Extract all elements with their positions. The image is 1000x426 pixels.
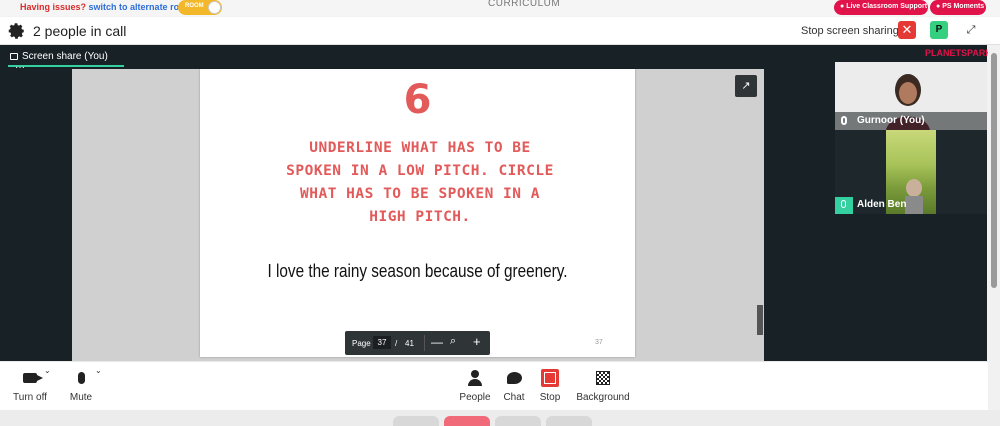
camera-toggle-button[interactable]: Turn off	[12, 368, 48, 403]
viewer-scroll-handle[interactable]	[757, 305, 763, 335]
scrollbar-thumb[interactable]	[991, 53, 997, 288]
alternate-room-link[interactable]: switch to alternate room	[89, 2, 193, 12]
issues-text: Having issues?	[20, 2, 87, 12]
room-toggle[interactable]: ROOM	[178, 0, 222, 15]
camera-options-chevron-icon[interactable]: ⌄	[44, 366, 51, 375]
people-icon	[468, 370, 482, 386]
zoom-icon[interactable]: ⌕	[450, 335, 456, 348]
slide-number: 6	[403, 77, 432, 123]
mute-label: Mute	[69, 392, 93, 403]
bottom-tab[interactable]	[393, 416, 439, 426]
total-pages: 41	[405, 339, 414, 348]
call-toolbar: Turn off ⌄ Mute ⌄ People Chat Stop Backg…	[0, 361, 988, 410]
people-count: 2 people in call	[33, 23, 127, 39]
slide-page-footer: 37	[595, 339, 603, 346]
document-viewer: 6 UNDERLINE WHAT HAS TO BE SPOKEN IN A L…	[72, 69, 764, 361]
room-toggle-label: ROOM	[185, 3, 204, 9]
stop-share-button[interactable]: Stop	[537, 368, 563, 403]
microphone-icon	[841, 116, 847, 125]
popout-icon[interactable]: ↗	[735, 75, 757, 97]
zoom-out-button[interactable]: —	[431, 335, 443, 349]
moments-label: PS Moments	[942, 3, 985, 10]
support-label: Live Classroom Support	[846, 3, 928, 10]
bottom-strip	[0, 410, 1000, 426]
page-navigator: Page 37 / 41 — ⌕ +	[345, 331, 490, 355]
bottom-tab[interactable]	[495, 416, 541, 426]
chat-button[interactable]: Chat	[500, 368, 528, 403]
participant-name: Alden Ben	[857, 199, 907, 210]
slide-page: 6 UNDERLINE WHAT HAS TO BE SPOKEN IN A L…	[200, 69, 635, 357]
screen-share-tab[interactable]: Screen share (You) ···	[8, 47, 124, 73]
participant-name: Gurnoor (You)	[857, 115, 925, 126]
stop-sharing-close-button[interactable]: ✕	[898, 21, 916, 39]
curriculum-title: CURRICULUM	[488, 0, 561, 9]
screen-icon	[10, 53, 18, 60]
page-separator: /	[395, 339, 398, 348]
camera-label: Turn off	[13, 392, 47, 403]
page-label: Page	[352, 339, 371, 348]
top-bar: Having issues? switch to alternate room …	[0, 0, 1000, 16]
participant-name-bar: Alden Ben	[835, 196, 987, 214]
current-page-input[interactable]: 37	[373, 336, 391, 349]
chat-label: Chat	[503, 392, 525, 403]
mic-options-chevron-icon[interactable]: ⌄	[95, 366, 102, 375]
zoom-in-button[interactable]: +	[473, 334, 481, 349]
slide-sentence: I love the rainy season because of green…	[267, 261, 568, 281]
stop-screen-sharing-label: Stop screen sharing	[801, 25, 899, 37]
ps-moments-button[interactable]: ● PS Moments	[930, 0, 986, 15]
background-icon	[596, 371, 610, 385]
microphone-icon	[841, 200, 846, 208]
pager-divider	[424, 335, 425, 351]
background-label: Background	[576, 392, 630, 403]
participant-avatar-button[interactable]: P	[930, 21, 948, 39]
bottom-tab-active[interactable]	[444, 416, 490, 426]
gear-icon[interactable]	[8, 22, 26, 40]
bottom-tab[interactable]	[546, 416, 592, 426]
participant-name-bar: Gurnoor (You)	[835, 112, 987, 130]
microphone-active-indicator	[835, 197, 853, 214]
share-tab-label: Screen share (You)	[22, 51, 108, 62]
more-options-icon[interactable]: ···	[15, 62, 25, 73]
toggle-knob	[208, 1, 221, 14]
planetspark-logo: PLANETSPARK	[925, 48, 992, 58]
participant-tile[interactable]: Gurnoor (You)	[835, 62, 987, 130]
participant-tile[interactable]: Alden Ben	[835, 130, 987, 214]
expand-icon[interactable]: ⤢	[962, 21, 980, 39]
slide-instruction: UNDERLINE WHAT HAS TO BE SPOKEN IN A LOW…	[286, 140, 554, 225]
stop-share-icon	[541, 369, 559, 387]
issues-notice: Having issues? switch to alternate room	[20, 2, 193, 12]
page-scrollbar[interactable]	[988, 45, 1000, 410]
background-button[interactable]: Background	[574, 368, 632, 403]
people-label: People	[459, 392, 491, 403]
people-button[interactable]: People	[458, 368, 492, 403]
microphone-icon	[77, 372, 85, 384]
mute-button[interactable]: Mute	[66, 368, 96, 403]
screen-share-stage: Screen share (You) ··· 6 UNDERLINE WHAT …	[0, 45, 835, 361]
call-header: 2 people in call Stop screen sharing ✕ P…	[0, 17, 1000, 45]
camera-icon	[23, 373, 43, 383]
stop-label: Stop	[539, 392, 561, 403]
live-support-button[interactable]: ● Live Classroom Support	[834, 0, 928, 15]
chat-icon	[506, 372, 522, 384]
